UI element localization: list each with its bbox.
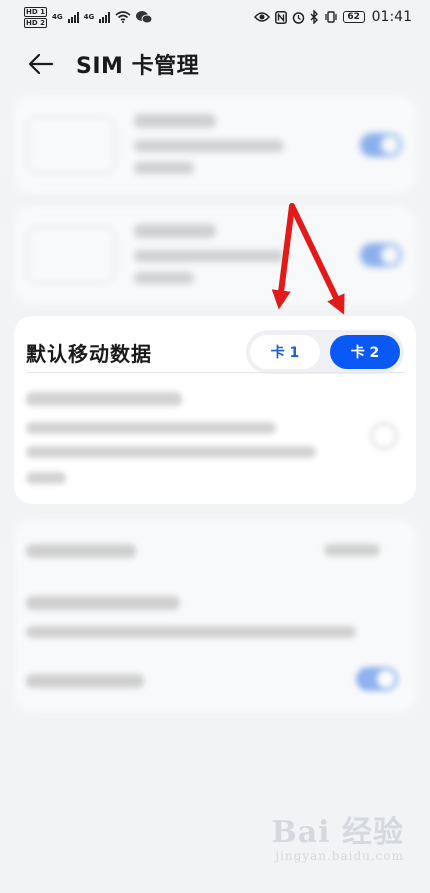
page-title: SIM 卡管理 xyxy=(76,54,200,79)
watermark-logo: Bai 经验 jingyan.baidu.com xyxy=(271,807,404,863)
eye-icon xyxy=(253,12,270,22)
divider xyxy=(26,372,404,373)
sim1-detail-line xyxy=(134,140,284,152)
back-button[interactable] xyxy=(26,49,56,79)
sim1-option-button[interactable]: 卡 1 xyxy=(250,335,320,369)
sim-selector: 卡 1 卡 2 xyxy=(246,330,404,374)
sim1-thumbnail xyxy=(26,116,116,174)
sim2-detail-line xyxy=(134,250,284,262)
blurred-setting-1-value xyxy=(324,544,380,556)
vibrate-icon xyxy=(324,11,337,23)
signal-icon xyxy=(67,11,79,23)
sim2-sub-line xyxy=(134,272,194,284)
sim2-thumbnail xyxy=(26,226,116,284)
sim2-toggle[interactable] xyxy=(360,243,402,267)
blurred-desc-line-2 xyxy=(26,446,316,458)
blurred-title-line xyxy=(26,392,182,406)
battery-indicator: 62 xyxy=(342,11,365,23)
nfc-icon xyxy=(274,10,287,24)
sim1-sub-line xyxy=(134,162,194,174)
back-arrow-icon xyxy=(28,53,54,75)
default-data-label: 默认移动数据 xyxy=(26,341,152,366)
status-left: HD 1 HD 2 4G 4G xyxy=(24,6,153,28)
sim1-toggle[interactable] xyxy=(360,133,402,157)
watermark-brand: Bai 经验 xyxy=(271,815,404,850)
net2-label: 4G xyxy=(83,13,95,21)
clock: 01:41 xyxy=(371,9,412,25)
blurred-setting-2-desc xyxy=(26,626,356,638)
app-header: SIM 卡管理 xyxy=(0,40,430,88)
default-data-row: 默认移动数据 卡 1 卡 2 xyxy=(26,330,404,374)
hd1-badge: HD 1 xyxy=(24,6,47,17)
status-right: 62 01:41 xyxy=(253,9,412,25)
signal-2-icon xyxy=(99,11,111,23)
sim1-card[interactable] xyxy=(14,96,416,194)
default-data-card: 默认移动数据 卡 1 卡 2 xyxy=(14,316,416,504)
blurred-switch xyxy=(370,422,398,450)
sim1-title-line xyxy=(134,114,216,128)
hd2-badge: HD 2 xyxy=(24,17,47,28)
net1-label: 4G xyxy=(51,13,63,21)
sim2-option-button[interactable]: 卡 2 xyxy=(330,335,400,369)
setting3-toggle[interactable] xyxy=(356,667,398,691)
hd-tags: HD 1 HD 2 xyxy=(24,6,47,28)
alarm-icon xyxy=(292,11,304,24)
sim2-title-line xyxy=(134,224,216,238)
blurred-setting-2[interactable] xyxy=(26,596,180,610)
wifi-icon xyxy=(115,11,131,23)
wechat-icon xyxy=(136,11,153,24)
blurred-setting-3[interactable] xyxy=(26,674,144,688)
status-bar: HD 1 HD 2 4G 4G 62 01:41 xyxy=(0,0,430,34)
bluetooth-icon xyxy=(310,10,318,24)
blurred-setting-1[interactable] xyxy=(26,544,136,558)
blurred-desc-line-1 xyxy=(26,422,276,434)
watermark-domain: jingyan.baidu.com xyxy=(275,849,404,863)
blurred-desc-line-3 xyxy=(26,472,66,484)
sim2-card[interactable] xyxy=(14,206,416,304)
